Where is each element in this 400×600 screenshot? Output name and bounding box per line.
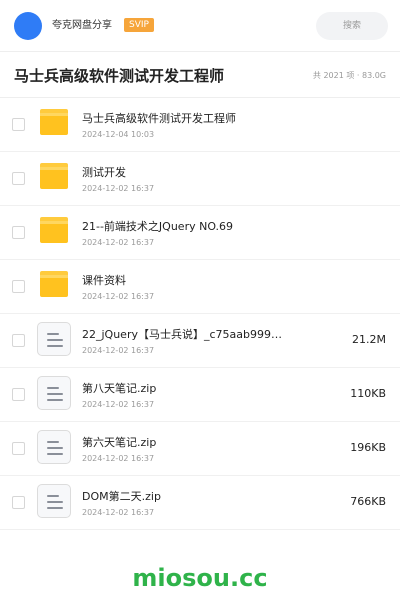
item-name[interactable]: 测试开发 [82, 166, 282, 180]
item-name[interactable]: 21--前端技术之JQuery NO.69 [82, 220, 282, 234]
item-size: 21.2M [352, 333, 386, 346]
avatar[interactable] [14, 12, 42, 40]
page-title: 马士兵高级软件测试开发工程师 [14, 67, 225, 85]
svip-badge: SVIP [124, 18, 154, 32]
item-date: 2024-12-02 16:37 [82, 292, 155, 301]
item-checkbox[interactable] [12, 334, 25, 347]
item-checkbox[interactable] [12, 442, 25, 455]
document-icon [37, 376, 71, 410]
item-date: 2024-12-02 16:37 [82, 508, 155, 517]
folder-icon [40, 217, 68, 243]
file-list: 马士兵高级软件测试开发工程师 2024-12-04 10:03 测试开发 202… [0, 98, 400, 530]
item-checkbox[interactable] [12, 388, 25, 401]
document-icon [37, 430, 71, 464]
folder-icon [40, 163, 68, 189]
share-owner-name: 夸克网盘分享 [52, 20, 112, 31]
item-size: 766KB [350, 495, 386, 508]
folder-icon [40, 109, 68, 135]
item-checkbox[interactable] [12, 226, 25, 239]
item-date: 2024-12-02 16:37 [82, 346, 155, 355]
folder-icon [40, 271, 68, 297]
item-date: 2024-12-04 10:03 [82, 130, 155, 139]
list-item[interactable]: 测试开发 2024-12-02 16:37 [0, 152, 400, 206]
list-item[interactable]: 马士兵高级软件测试开发工程师 2024-12-04 10:03 [0, 98, 400, 152]
item-size: 196KB [350, 441, 386, 454]
item-checkbox[interactable] [12, 280, 25, 293]
item-date: 2024-12-02 16:37 [82, 454, 155, 463]
item-name[interactable]: DOM第二天.zip [82, 490, 282, 504]
item-name[interactable]: 马士兵高级软件测试开发工程师 [82, 112, 282, 126]
list-item[interactable]: 第八天笔记.zip 2024-12-02 16:37 110KB [0, 368, 400, 422]
item-size: 110KB [350, 387, 386, 400]
item-name[interactable]: 第八天笔记.zip [82, 382, 282, 396]
list-item[interactable]: 课件资料 2024-12-02 16:37 [0, 260, 400, 314]
item-checkbox[interactable] [12, 118, 25, 131]
item-name[interactable]: 22_jQuery【马士兵说】_c75aab999… [82, 328, 282, 342]
document-icon [37, 484, 71, 518]
list-item[interactable]: 21--前端技术之JQuery NO.69 2024-12-02 16:37 [0, 206, 400, 260]
title-bar: 马士兵高级软件测试开发工程师 共 2021 项 · 83.0G [0, 52, 400, 98]
list-item[interactable]: 22_jQuery【马士兵说】_c75aab999… 2024-12-02 16… [0, 314, 400, 368]
item-date: 2024-12-02 16:37 [82, 238, 155, 247]
list-item[interactable]: DOM第二天.zip 2024-12-02 16:37 766KB [0, 476, 400, 530]
item-name[interactable]: 第六天笔记.zip [82, 436, 282, 450]
site-watermark: miosou.cc [132, 564, 268, 592]
item-date: 2024-12-02 16:37 [82, 184, 155, 193]
item-name[interactable]: 课件资料 [82, 274, 282, 288]
search-input[interactable] [316, 12, 388, 40]
document-icon [37, 322, 71, 356]
item-checkbox[interactable] [12, 172, 25, 185]
item-date: 2024-12-02 16:37 [82, 400, 155, 409]
share-header: 夸克网盘分享 SVIP [0, 0, 400, 52]
item-checkbox[interactable] [12, 496, 25, 509]
list-item[interactable]: 第六天笔记.zip 2024-12-02 16:37 196KB [0, 422, 400, 476]
item-count-and-size: 共 2021 项 · 83.0G [312, 71, 386, 80]
